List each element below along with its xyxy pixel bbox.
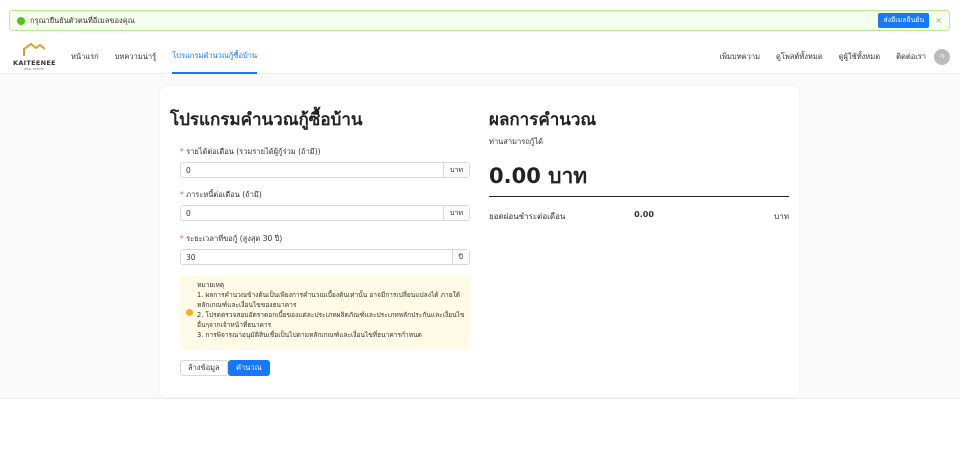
check-circle-icon	[17, 16, 25, 25]
nav-add-article[interactable]: เพิ่มบทความ	[719, 40, 760, 74]
nav-articles[interactable]: บทความน่ารู้	[115, 40, 156, 74]
income-input[interactable]: 0	[181, 163, 443, 177]
nav-loan-calculator[interactable]: โปรแกรมคำนวณกู้ซื้อบ้าน	[172, 40, 258, 74]
calculator-card: โปรแกรมคำนวณกู้ซื้อบ้าน * รายได้ต่อเดือน…	[160, 86, 799, 397]
term-field: * ระยะเวลาที่ขอกู้ (สูงสุด 30 ปี) 30 ปี	[180, 233, 470, 265]
debt-suffix: บาท	[443, 206, 469, 220]
monthly-unit: บาท	[774, 212, 789, 221]
term-suffix: ปี	[451, 250, 469, 264]
nav-all-posts[interactable]: ดูโพสต์ทั้งหมด	[776, 40, 823, 74]
calculate-button[interactable]: คำนวณ	[228, 360, 270, 376]
divider	[489, 196, 789, 197]
term-label: ระยะเวลาที่ขอกู้ (สูงสุด 30 ปี)	[186, 234, 283, 243]
can-borrow-label: ท่านสามารถกู้ได้	[489, 137, 543, 146]
logo-name: KAITEENEE	[13, 58, 56, 67]
term-input[interactable]: 30	[181, 250, 452, 264]
monthly-value: 0.00	[634, 210, 654, 219]
logo[interactable]: KAITEENEE REAL ESTATE	[13, 42, 56, 71]
note-line: 1. ผลการคำนวณข้างต้นเป็นเพียงการคำนวณเบื…	[197, 291, 461, 309]
loan-amount: 0.00 บาท	[489, 164, 588, 188]
avatar[interactable]: ก	[934, 48, 950, 65]
verify-email-alert: กรุณายืนยันตัวตนที่อีเมลของคุณ ส่งอีเมลย…	[9, 10, 950, 31]
clear-button[interactable]: ล้างข้อมูล	[180, 360, 228, 376]
nav-contact[interactable]: ติดต่อเรา	[896, 40, 926, 74]
house-logo-icon	[23, 42, 46, 56]
send-verification-button[interactable]: ส่งอีเมลยืนยัน	[878, 13, 930, 28]
nav-home[interactable]: หน้าแรก	[71, 40, 99, 74]
form-title: โปรแกรมคำนวณกู้ซื้อบ้าน	[170, 110, 363, 130]
alert-message: กรุณายืนยันตัวตนที่อีเมลของคุณ	[30, 15, 135, 25]
income-field: * รายได้ต่อเดือน (รวมรายได้ผู้กู้ร่วม (ถ…	[180, 146, 470, 178]
debt-field: * ภาระหนี้ต่อเดือน (ถ้ามี) 0 บาท	[180, 189, 470, 221]
monthly-payment-row: ยอดผ่อนชำระต่อเดือน 0.00 บาท	[489, 210, 789, 223]
income-suffix: บาท	[443, 163, 469, 177]
warning-icon	[186, 309, 193, 316]
monthly-label: ยอดผ่อนชำระต่อเดือน	[489, 212, 566, 221]
note-line: 3. การพิจารณาอนุมัติสินเชื่อเป็นไปตามหลั…	[197, 331, 422, 339]
result-title: ผลการคำนวณ	[489, 110, 597, 130]
income-label: รายได้ต่อเดือน (รวมรายได้ผู้กู้ร่วม (ถ้า…	[186, 147, 321, 156]
close-icon[interactable]: ×	[935, 16, 942, 25]
nav-all-users[interactable]: ดูผู้ใช้ทั้งหมด	[839, 40, 880, 74]
logo-sub: REAL ESTATE	[24, 66, 44, 71]
note-title: หมายเหตุ	[197, 281, 225, 289]
debt-input[interactable]: 0	[181, 206, 443, 220]
note-box: หมายเหตุ 1. ผลการคำนวณข้างต้นเป็นเพียงกา…	[180, 276, 470, 350]
debt-label: ภาระหนี้ต่อเดือน (ถ้ามี)	[186, 190, 262, 199]
note-line: 2. โปรดตรวจสอบอัตราดอกเบี้ยของแต่ละประเภ…	[197, 311, 465, 329]
navbar: KAITEENEE REAL ESTATE หน้าแรก บทความน่าร…	[0, 40, 960, 74]
